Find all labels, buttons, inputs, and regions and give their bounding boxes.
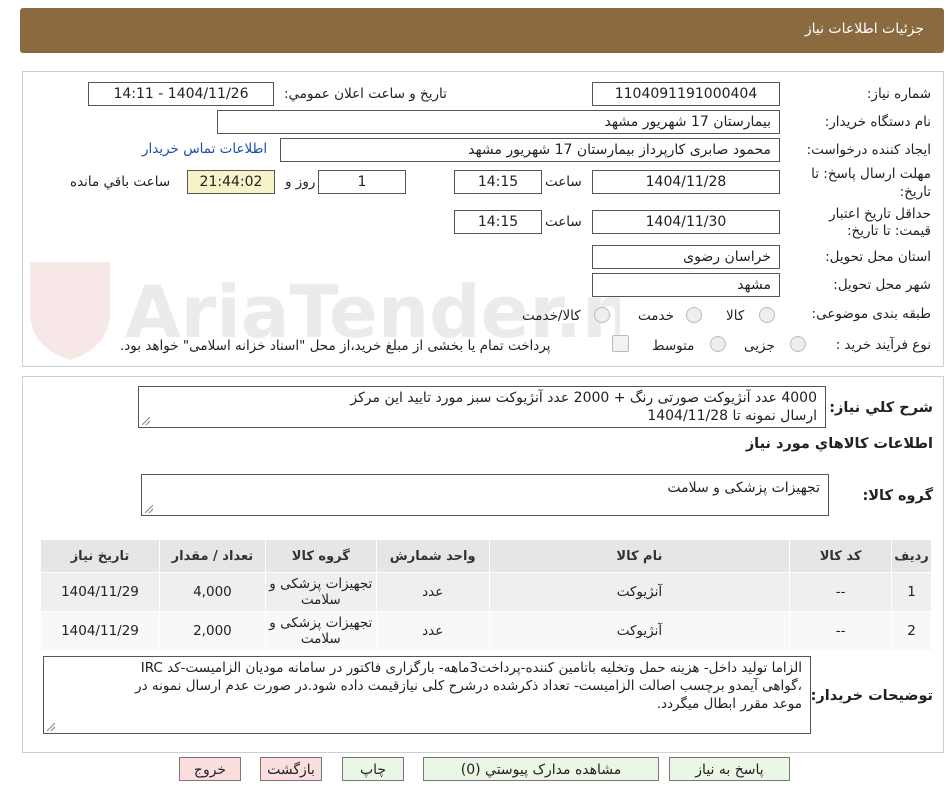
col-header-qty: تعداد / مقدار xyxy=(158,539,266,573)
print-button[interactable]: چاپ xyxy=(342,757,404,781)
reply-button[interactable]: پاسخ به نیاز xyxy=(669,757,790,781)
city-field: مشهد xyxy=(592,273,780,297)
province-label: استان محل تحویل: xyxy=(825,249,931,265)
buyer-notes-line-2: ،گواهی آیمدو برچسب اصالت الزامیست- تعداد… xyxy=(135,678,802,694)
process-medium-label: متوسط xyxy=(652,338,695,354)
category-service-label: خدمت xyxy=(638,308,674,324)
creator-label: ایجاد کننده درخواست: xyxy=(806,142,931,158)
cell-group: تجهیزات پزشکی و سلامت xyxy=(264,611,377,651)
cell-name: آنژیوکت xyxy=(488,572,791,612)
deadline-label-line1: مهلت ارسال پاسخ: تا xyxy=(811,166,931,182)
goods-table: ردیف کد کالا نام کالا واحد شمارش گروه کا… xyxy=(40,539,932,651)
validity-date-field: 1404/11/30 xyxy=(592,210,780,234)
goods-group-field[interactable]: تجهیزات پزشکی و سلامت xyxy=(141,474,829,516)
deadline-date-field: 1404/11/28 xyxy=(592,170,780,194)
validity-label-line1: حداقل تاریخ اعتبار xyxy=(829,206,931,222)
announce-field: 1404/11/26 - 14:11 xyxy=(88,82,274,106)
treasury-checkbox[interactable] xyxy=(612,335,629,352)
back-button[interactable]: بازگشت xyxy=(260,757,322,781)
deadline-days-field: 1 xyxy=(318,170,406,194)
deadline-days-label: روز و xyxy=(285,174,316,190)
remaining-time-label: ساعت باقي مانده xyxy=(70,174,171,190)
need-number-label: شماره نیاز: xyxy=(866,86,931,102)
cell-group-line-2: سلامت xyxy=(300,631,341,647)
cell-group: تجهیزات پزشکی و سلامت xyxy=(264,572,377,612)
validity-time-field: 14:15 xyxy=(454,210,542,234)
validity-time-label: ساعت xyxy=(545,214,582,230)
deadline-label-line2: تاریخ: xyxy=(899,184,931,200)
process-label: نوع فرآیند خرید : xyxy=(835,337,931,353)
table-row[interactable]: 1 -- آنژیوکت عدد تجهیزات پزشکی و سلامت 4,… xyxy=(40,572,932,612)
category-goods-radio[interactable] xyxy=(759,307,775,323)
process-medium-radio[interactable] xyxy=(710,336,726,352)
cell-unit: عدد xyxy=(375,572,490,612)
category-both-radio[interactable] xyxy=(594,307,610,323)
cell-index: 2 xyxy=(891,611,932,651)
resize-grip-icon[interactable] xyxy=(145,505,153,513)
buyer-notes-textarea[interactable]: الزاما تولید داخل- هزینه حمل وتخلیه باتا… xyxy=(43,656,811,734)
table-row[interactable]: 2 -- آنژیوکت عدد تجهیزات پزشکی و سلامت 2,… xyxy=(40,611,932,651)
announce-label: تاریخ و ساعت اعلان عمومي: xyxy=(284,86,447,102)
cell-date: 1404/11/29 xyxy=(40,572,160,612)
col-header-unit: واحد شمارش xyxy=(375,539,490,573)
creator-field: محمود صابری کارپرداز بیمارستان 17 شهریور… xyxy=(280,138,780,162)
col-header-name: نام کالا xyxy=(488,539,791,573)
category-goods-label: کالا xyxy=(726,308,745,324)
description-line-2: ارسال نمونه تا 1404/11/28 xyxy=(647,408,817,424)
cell-code: -- xyxy=(789,572,893,612)
cell-group-line-1: تجهیزات پزشکی و xyxy=(269,615,373,631)
cell-qty: 4,000 xyxy=(158,572,266,612)
buyer-notes-line-3: موعد مقرر ابطال میگردد. xyxy=(656,696,802,712)
cell-code: -- xyxy=(789,611,893,651)
table-header-row: ردیف کد کالا نام کالا واحد شمارش گروه کا… xyxy=(40,539,932,573)
goods-section-title: اطلاعات کالاهاي مورد نیاز xyxy=(745,436,933,452)
category-both-label: کالا/خدمت xyxy=(522,308,581,324)
buyer-field: بیمارستان 17 شهریور مشهد xyxy=(217,110,780,134)
city-label: شهر محل تحویل: xyxy=(833,277,931,293)
buyer-contact-link[interactable]: اطلاعات تماس خریدار xyxy=(142,141,267,157)
goods-group-value: تجهیزات پزشکی و سلامت xyxy=(667,480,820,496)
cell-group-line-2: سلامت xyxy=(300,592,341,608)
goods-group-label: گروه کالا: xyxy=(862,488,933,504)
cell-index: 1 xyxy=(891,572,932,612)
buyer-notes-label: توضیحات خریدار: xyxy=(810,688,933,704)
col-header-code: کد کالا xyxy=(789,539,893,573)
process-minor-label: جزیی xyxy=(744,338,775,354)
buyer-label: نام دستگاه خریدار: xyxy=(824,114,931,130)
page-header: جزئیات اطلاعات نیاز xyxy=(20,8,944,53)
cell-date: 1404/11/29 xyxy=(40,611,160,651)
validity-label-line2: قیمت: تا تاریخ: xyxy=(847,223,931,239)
province-field: خراسان رضوی xyxy=(592,245,780,269)
category-service-radio[interactable] xyxy=(686,307,702,323)
category-label: طبقه بندی موضوعی: xyxy=(811,306,931,322)
deadline-time-label: ساعت xyxy=(545,174,582,190)
col-header-index: ردیف xyxy=(891,539,932,573)
col-header-group: گروه کالا xyxy=(264,539,377,573)
process-minor-radio[interactable] xyxy=(790,336,806,352)
resize-grip-icon[interactable] xyxy=(142,417,150,425)
description-textarea[interactable]: 4000 عدد آنژیوکت صورتی رنگ + 2000 عدد آن… xyxy=(138,386,826,428)
page-title: جزئیات اطلاعات نیاز xyxy=(804,21,924,37)
treasury-note: پرداخت تمام یا بخشی از مبلغ خرید،از محل … xyxy=(120,338,551,354)
description-label: شرح کلي نیاز: xyxy=(829,400,933,416)
deadline-time-field: 14:15 xyxy=(454,170,542,194)
cell-name: آنژیوکت xyxy=(488,611,791,651)
need-number-field: 1104091191000404 xyxy=(592,82,780,106)
attachments-button[interactable]: مشاهده مدارک پیوستي (0) xyxy=(423,757,659,781)
resize-grip-icon[interactable] xyxy=(47,723,55,731)
remaining-time-field: 21:44:02 xyxy=(187,170,275,194)
exit-button[interactable]: خروج xyxy=(179,757,241,781)
description-line-1: 4000 عدد آنژیوکت صورتی رنگ + 2000 عدد آن… xyxy=(350,390,817,406)
cell-group-line-1: تجهیزات پزشکی و xyxy=(269,576,373,592)
buyer-notes-line-1: الزاما تولید داخل- هزینه حمل وتخلیه باتا… xyxy=(140,660,802,676)
col-header-date: تاریخ نیاز xyxy=(40,539,160,573)
cell-qty: 2,000 xyxy=(158,611,266,651)
cell-unit: عدد xyxy=(375,611,490,651)
